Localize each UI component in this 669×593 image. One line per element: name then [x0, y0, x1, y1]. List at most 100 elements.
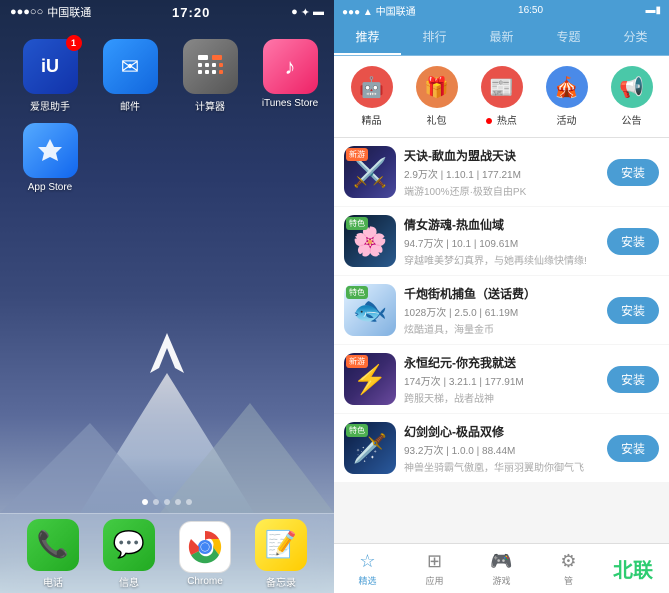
- redian-label: 热点: [486, 112, 517, 127]
- status-bar-left: ●●●○○ 中国联通 17:20 ● ✦ ▬: [0, 0, 334, 24]
- chrome-dock-icon: [179, 521, 231, 573]
- appstore-icon-img: [23, 123, 78, 178]
- qianbao-info: 千炮街机捕鱼（送话费） 1028万次 | 2.5.0 | 61.19M 炫酷道具…: [404, 285, 599, 336]
- yongheng-tag: 新游: [346, 355, 368, 368]
- tab-ranking[interactable]: 排行: [401, 20, 468, 55]
- app-icon-calc[interactable]: 计算器: [175, 39, 245, 113]
- app-grid: iU 1 爱思助手 ✉ 邮件: [0, 24, 334, 203]
- signal-dots: ●●●○○: [10, 6, 43, 18]
- jingpin-label: 精品: [362, 112, 382, 127]
- category-row: 🤖 精品 🎁 礼包 📰 热点 🎪 活动: [334, 56, 669, 138]
- category-huodong[interactable]: 🎪 活动: [546, 66, 588, 127]
- battery-icon: ▬: [313, 6, 324, 18]
- redian-icon: 📰: [481, 66, 523, 108]
- jingpin-icon: 🤖: [351, 66, 393, 108]
- dock-message[interactable]: 💬 信息: [103, 519, 155, 589]
- tianjue-install-btn[interactable]: 安装: [607, 159, 659, 186]
- category-libao[interactable]: 🎁 礼包: [416, 66, 458, 127]
- tab-topic[interactable]: 专题: [535, 20, 602, 55]
- libao-emoji: 🎁: [424, 75, 449, 100]
- yongheng-thumb: ⚡ 新游: [344, 353, 396, 405]
- redian-text: 热点: [497, 116, 517, 127]
- tab-featured[interactable]: 推荐: [334, 20, 401, 55]
- phone-emoji: 📞: [37, 529, 69, 560]
- qiannv-install-btn[interactable]: 安装: [607, 228, 659, 255]
- qiannv-info: 倩女游魂-热血仙域 94.7万次 | 10.1 | 109.61M 穿越唯美梦幻…: [404, 216, 599, 267]
- qiannv-desc: 穿越唯美梦幻真界，与她再续仙缘快情缘!: [404, 252, 599, 267]
- status-bar-right: ●●● ▲ 中国联通 16:50 ▬▮: [334, 0, 669, 20]
- dot-5: [186, 499, 192, 505]
- status-icons: ● ✦ ▬: [291, 6, 324, 19]
- libao-icon: 🎁: [416, 66, 458, 108]
- page-dots: [142, 499, 192, 505]
- app-icon-aisi[interactable]: iU 1 爱思助手: [15, 39, 85, 113]
- huodong-emoji: 🎪: [554, 75, 579, 100]
- yongheng-install-btn[interactable]: 安装: [607, 366, 659, 393]
- yongheng-desc: 跨服天梯，战者战神: [404, 390, 599, 405]
- qianbao-meta: 1028万次 | 2.5.0 | 61.19M: [404, 304, 599, 319]
- tianjue-name: 天诀-歃血为盟战天诀: [404, 147, 599, 164]
- bottom-nav-featured[interactable]: ☆ 精选: [334, 544, 401, 593]
- dock: 📞 电话 💬 信息: [0, 513, 334, 593]
- redian-emoji: 📰: [489, 75, 514, 100]
- mail-icon-symbol: ✉: [121, 54, 139, 80]
- app-list: ⚔️ 新游 天诀-歃血为盟战天诀 2.9万次 | 1.10.1 | 177.21…: [334, 138, 669, 543]
- dot-3: [164, 499, 170, 505]
- list-item-huanjian[interactable]: 🗡️ 特色 幻剑剑心-极品双修 93.2万次 | 1.0.0 | 88.44M …: [334, 414, 669, 482]
- gonggao-emoji: 📢: [619, 75, 644, 100]
- tianjue-desc: 端游100%还原·极致自由PK: [404, 183, 599, 198]
- huanjian-info: 幻剑剑心-极品双修 93.2万次 | 1.0.0 | 88.44M 神兽坐骑霸气…: [404, 423, 599, 474]
- time-display: 17:20: [172, 5, 210, 20]
- qianbao-install-btn[interactable]: 安装: [607, 297, 659, 324]
- right-time: 16:50: [518, 5, 543, 16]
- dock-phone[interactable]: 📞 电话: [27, 519, 79, 589]
- huanjian-tag: 特色: [346, 424, 368, 437]
- qianbao-tag: 特色: [346, 286, 368, 299]
- bottom-nav-games[interactable]: 🎮 游戏: [468, 544, 535, 593]
- app-icon-appstore[interactable]: App Store: [15, 123, 85, 193]
- huanjian-install-btn[interactable]: 安装: [607, 435, 659, 462]
- category-redian[interactable]: 📰 热点: [481, 66, 523, 127]
- bottom-nav: ☆ 精选 ⊞ 应用 🎮 游戏 ⚙ 管 北联: [334, 543, 669, 593]
- qiannv-thumb: 🌸 特色: [344, 215, 396, 267]
- chrome-label: Chrome: [187, 576, 223, 587]
- jingpin-emoji: 🤖: [359, 75, 384, 100]
- dock-chrome[interactable]: Chrome: [179, 521, 231, 587]
- category-jingpin[interactable]: 🤖 精品: [351, 66, 393, 127]
- left-panel: ●●●○○ 中国联通 17:20 ● ✦ ▬ iU 1 爱思助手 ✉ 邮件: [0, 0, 334, 593]
- notes-label: 备忘录: [266, 574, 296, 589]
- huanjian-meta: 93.2万次 | 1.0.0 | 88.44M: [404, 442, 599, 457]
- manage-nav-label: 管: [564, 574, 573, 587]
- appstore-label: App Store: [28, 182, 72, 193]
- category-gonggao[interactable]: 📢 公告: [611, 66, 653, 127]
- libao-label: 礼包: [427, 112, 447, 127]
- huodong-label: 活动: [557, 112, 577, 127]
- tianjue-tag: 新游: [346, 148, 368, 161]
- qiannv-tag: 特色: [346, 217, 368, 230]
- dock-notes[interactable]: 📝 备忘录: [255, 519, 307, 589]
- tab-latest[interactable]: 最新: [468, 20, 535, 55]
- list-item-qiannv[interactable]: 🌸 特色 倩女游魂-热血仙域 94.7万次 | 10.1 | 109.61M 穿…: [334, 207, 669, 275]
- bluetooth-icon: ✦: [301, 6, 310, 19]
- apps-nav-label: 应用: [425, 574, 443, 587]
- list-item-qianbao[interactable]: 🐟 特色 千炮街机捕鱼（送话费） 1028万次 | 2.5.0 | 61.19M…: [334, 276, 669, 344]
- calc-label: 计算器: [195, 98, 225, 113]
- app-icon-mail[interactable]: ✉ 邮件: [95, 39, 165, 113]
- huanjian-desc: 神兽坐骑霸气傲凰，华丽羽翼助你御气飞: [404, 459, 599, 474]
- carrier-info: ●●●○○ 中国联通: [10, 4, 91, 20]
- app-icon-itunes[interactable]: ♪ iTunes Store: [255, 39, 325, 113]
- list-item-tianjue[interactable]: ⚔️ 新游 天诀-歃血为盟战天诀 2.9万次 | 1.10.1 | 177.21…: [334, 138, 669, 206]
- yongheng-info: 永恒纪元-你充我就送 174万次 | 3.21.1 | 177.91M 跨服天梯…: [404, 354, 599, 405]
- huanjian-name: 幻剑剑心-极品双修: [404, 423, 599, 440]
- aisi-badge: 1: [66, 35, 82, 51]
- list-item-yongheng[interactable]: ⚡ 新游 永恒纪元-你充我就送 174万次 | 3.21.1 | 177.91M…: [334, 345, 669, 413]
- bottom-nav-brand: 北联: [602, 544, 669, 593]
- mountain-bg: [0, 313, 334, 513]
- gonggao-label: 公告: [622, 112, 642, 127]
- tianjue-info: 天诀-歃血为盟战天诀 2.9万次 | 1.10.1 | 177.21M 端游10…: [404, 147, 599, 198]
- bottom-nav-apps[interactable]: ⊞ 应用: [401, 544, 468, 593]
- bottom-nav-manage[interactable]: ⚙ 管: [535, 544, 602, 593]
- message-label: 信息: [119, 574, 139, 589]
- huanjian-thumb: 🗡️ 特色: [344, 422, 396, 474]
- tab-category[interactable]: 分类: [602, 20, 669, 55]
